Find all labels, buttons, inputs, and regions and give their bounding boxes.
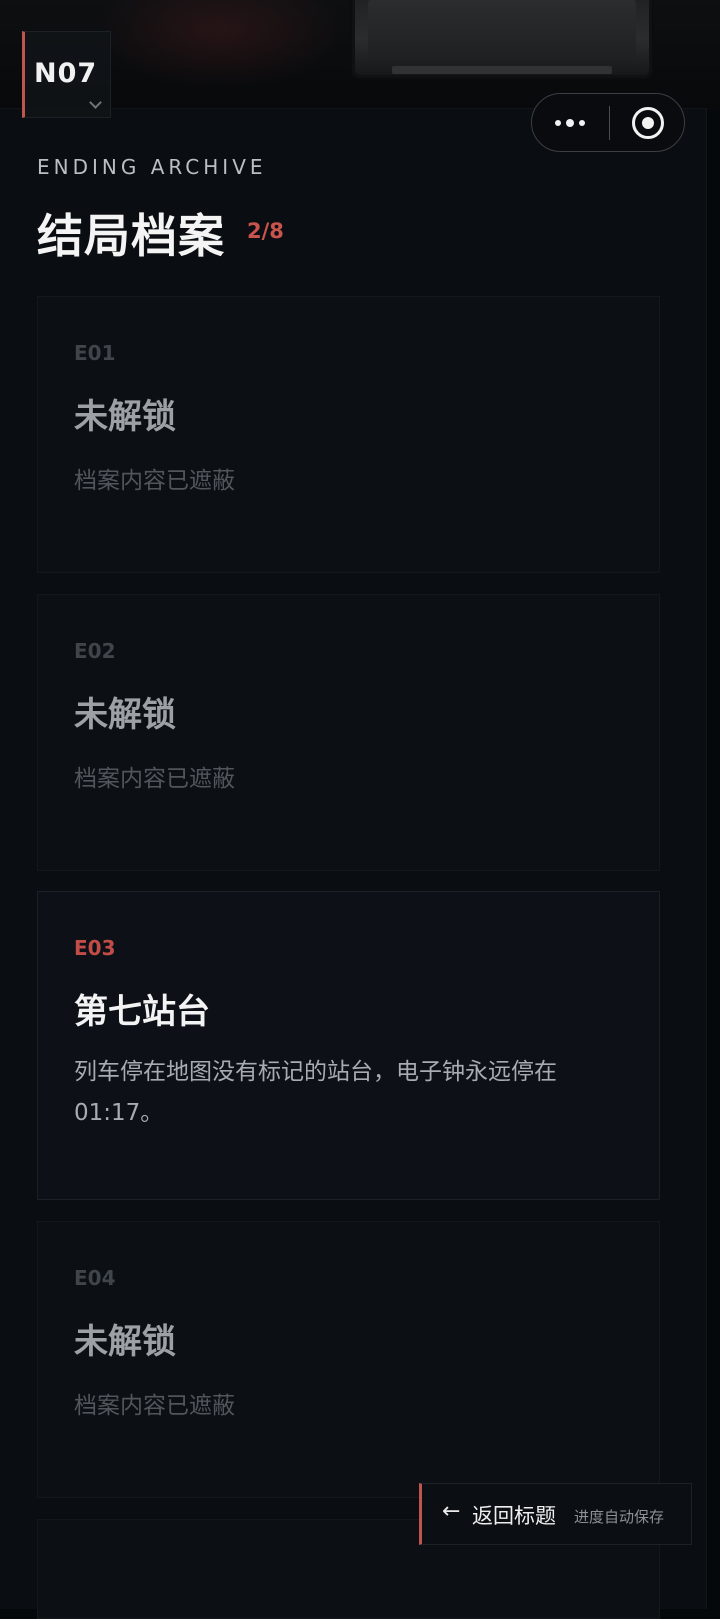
ending-name: 第七站台 <box>74 992 210 1032</box>
ending-card-e02[interactable]: E02 未解锁 档案内容已遮蔽 <box>37 594 660 871</box>
unlock-count: 2/8 <box>247 219 284 243</box>
page-subtitle: ENDING ARCHIVE <box>37 155 267 179</box>
more-dots-icon[interactable] <box>555 116 587 130</box>
ending-code: E01 <box>74 341 116 365</box>
ending-desc: 档案内容已遮蔽 <box>74 766 235 792</box>
chapter-badge-label: N07 <box>34 58 98 89</box>
ending-desc: 列车停在地图没有标记的站台，电子钟永远停在01:17。 <box>74 1059 557 1126</box>
ending-code: E03 <box>74 936 116 960</box>
ending-desc: 档案内容已遮蔽 <box>74 1393 235 1419</box>
back-button-label: 返回标题 <box>472 1504 556 1528</box>
ending-name: 未解锁 <box>74 695 176 735</box>
ending-code: E04 <box>74 1266 116 1290</box>
train-window-image <box>352 0 652 78</box>
autosave-hint: 进度自动保存 <box>574 1508 665 1526</box>
chapter-badge[interactable]: N07 <box>22 31 111 118</box>
page-title: 结局档案 <box>37 209 225 263</box>
close-target-icon[interactable] <box>632 107 664 139</box>
chevron-down-icon <box>89 96 102 109</box>
ending-card-e03[interactable]: E03 第七站台 列车停在地图没有标记的站台，电子钟永远停在01:17。 <box>37 891 660 1200</box>
capsule-divider <box>609 106 610 140</box>
ending-name: 未解锁 <box>74 1322 176 1362</box>
mini-program-capsule <box>531 93 685 152</box>
ending-name: 未解锁 <box>74 397 176 437</box>
back-to-title-button[interactable]: ← 返回标题 进度自动保存 <box>419 1483 692 1545</box>
arrow-left-icon: ← <box>442 1499 461 1524</box>
ending-card-e04[interactable]: E04 未解锁 档案内容已遮蔽 <box>37 1221 660 1498</box>
ending-code: E02 <box>74 639 116 663</box>
ending-card-e01[interactable]: E01 未解锁 档案内容已遮蔽 <box>37 296 660 573</box>
ending-desc: 档案内容已遮蔽 <box>74 468 235 494</box>
red-glow <box>90 0 350 90</box>
